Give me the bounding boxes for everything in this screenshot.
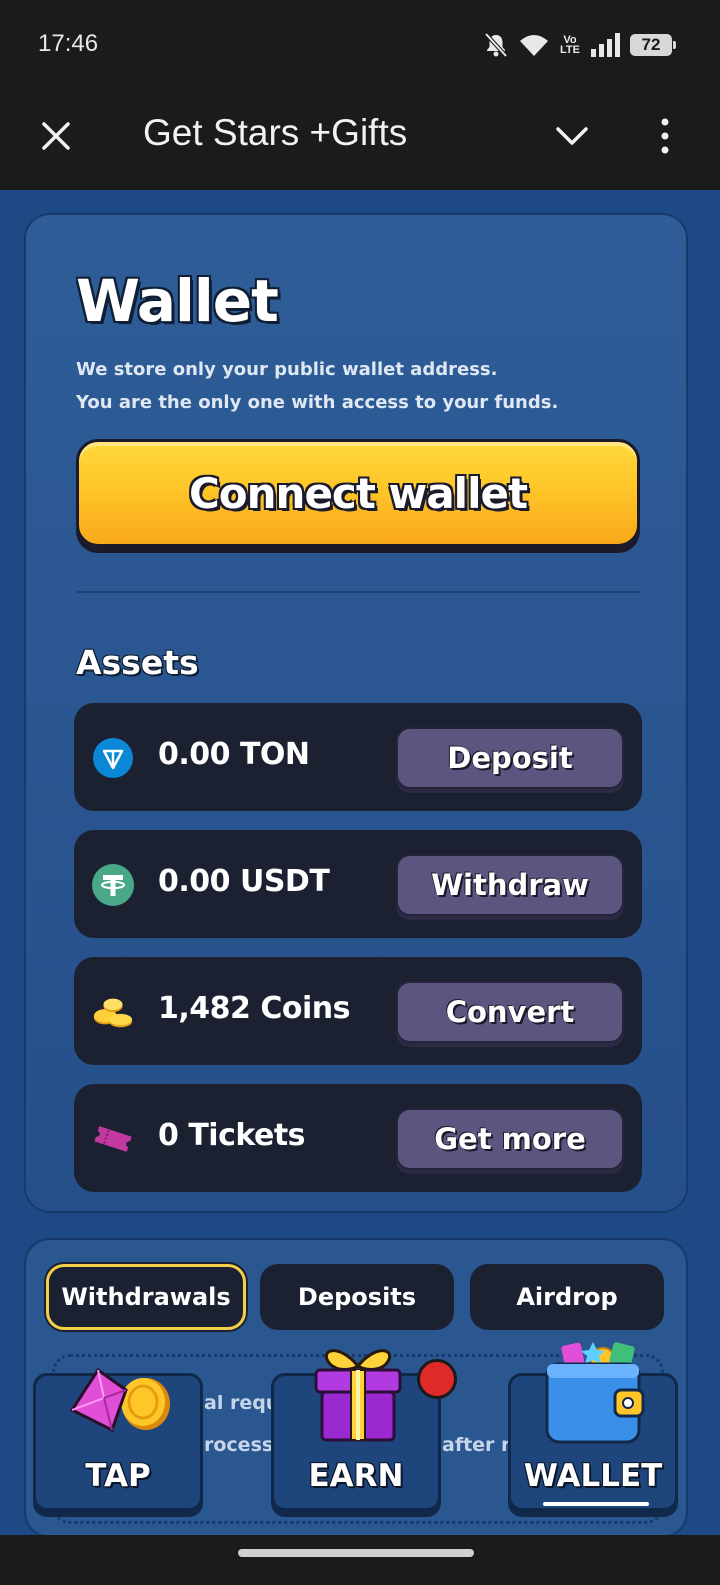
- wallet-card: Wallet We store only your public wallet …: [24, 213, 688, 1213]
- more-vertical-icon: [661, 118, 669, 154]
- nav-tap-label: TAP: [85, 1458, 151, 1494]
- ton-icon: [92, 737, 134, 779]
- chevron-down-icon: [556, 127, 588, 145]
- nav-wallet-label: WALLET: [523, 1458, 663, 1494]
- earn-notification-badge: [417, 1359, 457, 1399]
- gift-icon: [314, 1349, 402, 1442]
- nav-wallet[interactable]: WALLET: [508, 1342, 678, 1511]
- home-indicator[interactable]: [238, 1549, 474, 1557]
- usdt-amount: 0.00 USDT: [158, 864, 330, 899]
- gem-coin-icon: [69, 1368, 170, 1433]
- battery-icon: 72: [630, 34, 676, 56]
- signal-icon: [591, 33, 620, 57]
- wallet-description-line1: We store only your public wallet address…: [76, 359, 498, 380]
- deposit-button[interactable]: Deposit: [396, 727, 624, 789]
- withdraw-button[interactable]: Withdraw: [396, 854, 624, 916]
- tab-withdrawals[interactable]: Withdrawals: [46, 1264, 246, 1330]
- coins-amount: 1,482 Coins: [158, 991, 350, 1026]
- ton-amount: 0.00 TON: [158, 737, 310, 772]
- tickets-amount: 0 Tickets: [158, 1118, 306, 1153]
- tab-airdrop[interactable]: Airdrop: [470, 1264, 664, 1330]
- coins-icon: [92, 991, 134, 1033]
- wallet-icon: [545, 1342, 645, 1444]
- nav-earn[interactable]: EARN: [271, 1349, 441, 1511]
- ticket-icon: [92, 1118, 134, 1160]
- wallet-description-line2: You are the only one with access to your…: [76, 392, 559, 413]
- status-time: 17:46: [38, 30, 99, 57]
- volte-indicator: Vo LTE: [560, 34, 580, 56]
- convert-button[interactable]: Convert: [396, 981, 624, 1043]
- bell-off-icon: [484, 32, 508, 58]
- asset-row-usdt: 0.00 USDT Withdraw: [74, 830, 642, 938]
- nav-tap[interactable]: TAP: [33, 1368, 203, 1511]
- wifi-icon: [520, 35, 549, 56]
- system-nav-bar: [0, 1535, 720, 1585]
- asset-row-tickets: 0 Tickets Get more: [74, 1084, 642, 1192]
- asset-row-ton: 0.00 TON Deposit: [74, 703, 642, 811]
- close-icon: [42, 122, 70, 150]
- wallet-title: Wallet: [76, 267, 279, 335]
- asset-row-coins: 1,482 Coins Convert: [74, 957, 642, 1065]
- tab-deposits[interactable]: Deposits: [260, 1264, 454, 1330]
- status-bar: 17:46 Vo LTE 72: [0, 0, 720, 90]
- status-icons: Vo LTE 72: [484, 30, 676, 60]
- wallet-description: We store only your public wallet address…: [76, 353, 558, 419]
- nav-earn-label: EARN: [308, 1458, 404, 1494]
- connect-wallet-button[interactable]: Connect wallet: [76, 439, 640, 547]
- connect-wallet-label: Connect wallet: [188, 468, 528, 518]
- usdt-icon: [92, 864, 134, 906]
- assets-heading: Assets: [76, 643, 199, 682]
- divider: [76, 591, 640, 593]
- nav-active-indicator: [543, 1502, 649, 1506]
- collapse-button[interactable]: [550, 116, 594, 156]
- title-bar: Get Stars +Gifts: [0, 90, 720, 190]
- more-button[interactable]: [650, 114, 680, 158]
- get-more-button[interactable]: Get more: [396, 1108, 624, 1170]
- close-button[interactable]: [36, 116, 76, 156]
- bottom-nav: TAP EARN WALLET: [0, 1335, 720, 1535]
- page-title: Get Stars +Gifts: [143, 112, 408, 153]
